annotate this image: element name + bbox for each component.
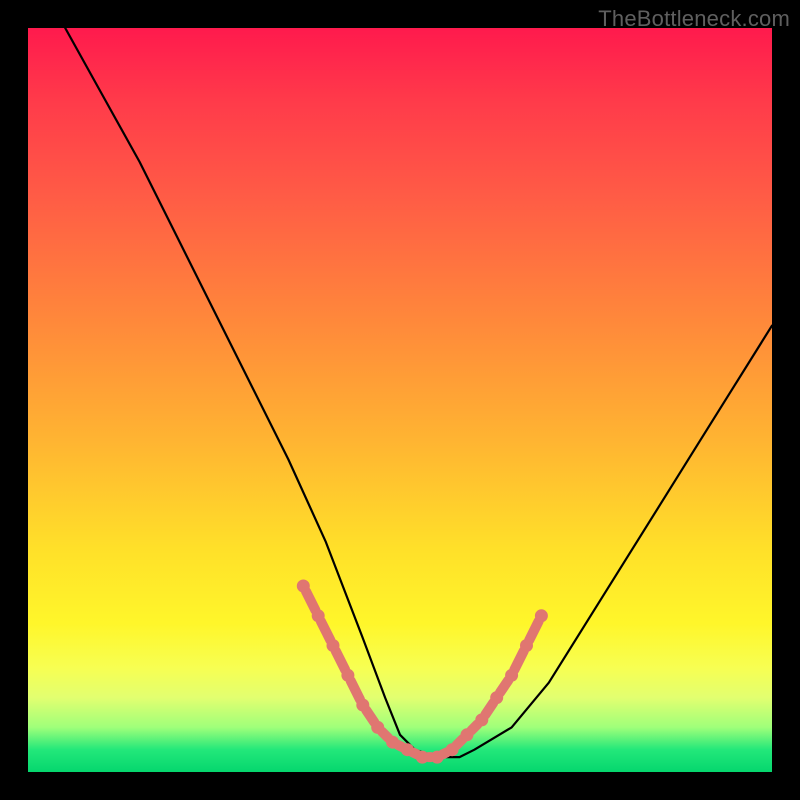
marker-segment [306,591,316,610]
marker-segment [413,752,417,754]
watermark-text: TheBottleneck.com [598,6,790,32]
marker-segment [485,703,493,715]
marker-segment [443,752,447,754]
marker-group [297,580,547,763]
chart-frame: TheBottleneck.com [0,0,800,800]
marker-dot [535,610,547,622]
marker-segment [321,621,331,640]
marker-segment [514,651,524,670]
marker-segment [500,680,508,692]
marker-segment [471,724,477,730]
marker-segment [456,739,462,745]
marker-segment [351,681,361,700]
plot-area [28,28,772,772]
marker-segment [529,621,539,640]
marker-segment [366,710,374,722]
marker-segment [382,732,388,738]
marker-segment [398,745,402,747]
bottleneck-curve [65,28,772,757]
chart-svg [28,28,772,772]
marker-segment [336,651,346,670]
